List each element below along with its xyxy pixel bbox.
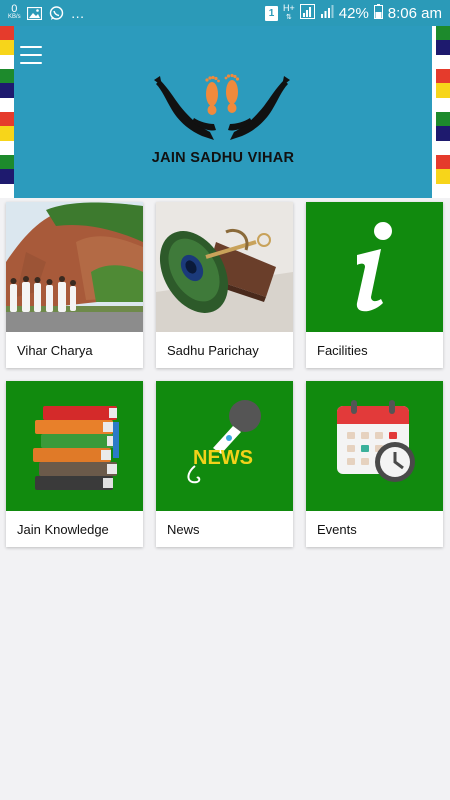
monks-walking-photo bbox=[6, 202, 143, 332]
calendar-clock-icon bbox=[306, 381, 443, 511]
stripe-segment bbox=[436, 183, 450, 198]
stripe-segment bbox=[0, 40, 14, 55]
signal-icon-2 bbox=[320, 4, 334, 23]
stripe-segment bbox=[0, 169, 14, 184]
header-banner: JAIN SADHU VIHAR bbox=[14, 26, 432, 198]
stripe-segment bbox=[436, 54, 450, 69]
network-type-label: H+ bbox=[283, 3, 295, 13]
decorative-stripe-left bbox=[0, 26, 14, 198]
tile-label: Facilities bbox=[317, 342, 368, 358]
books-stack-icon bbox=[6, 381, 143, 511]
more-notifications-icon: … bbox=[70, 5, 85, 21]
hamburger-menu-icon[interactable] bbox=[20, 46, 42, 64]
battery-icon bbox=[373, 3, 383, 23]
stripe-segment bbox=[436, 68, 450, 84]
app-title: JAIN SADHU VIHAR bbox=[151, 150, 295, 166]
tile-sadhu-parichay[interactable]: Sadhu Parichay bbox=[156, 202, 293, 368]
network-speed: 0 KB/s bbox=[8, 3, 21, 21]
stripe-segment bbox=[436, 26, 450, 41]
svg-text:NEWS: NEWS bbox=[193, 447, 253, 469]
stripe-segment bbox=[436, 83, 450, 98]
stripe-segment bbox=[436, 169, 450, 184]
tile-events[interactable]: Events bbox=[306, 381, 443, 547]
hands-holding-footprints-logo bbox=[154, 73, 290, 140]
menu-grid: Vihar Charya Sadhu Parichay Facilities J… bbox=[6, 202, 444, 547]
signal-icon bbox=[299, 3, 315, 23]
tile-news[interactable]: NEWS News bbox=[156, 381, 293, 547]
network-type: H+ ⇅ bbox=[283, 3, 295, 21]
stripe-segment bbox=[436, 126, 450, 141]
tile-label: Sadhu Parichay bbox=[167, 342, 259, 358]
speed-unit: KB/s bbox=[8, 14, 21, 20]
stripe-segment bbox=[0, 154, 14, 170]
tile-jain-knowledge[interactable]: Jain Knowledge bbox=[6, 381, 143, 547]
tile-label: Vihar Charya bbox=[17, 342, 93, 358]
stripe-segment bbox=[0, 83, 14, 98]
peacock-feather-broom-photo bbox=[156, 202, 293, 332]
stripe-segment bbox=[0, 68, 14, 84]
tile-label: Jain Knowledge bbox=[17, 521, 109, 537]
app-header: JAIN SADHU VIHAR bbox=[0, 26, 450, 198]
stripe-segment bbox=[0, 54, 14, 69]
stripe-segment bbox=[0, 26, 14, 41]
stripe-segment bbox=[436, 154, 450, 170]
stripe-segment bbox=[0, 111, 14, 127]
battery-level: 42% bbox=[338, 4, 369, 22]
stripe-segment bbox=[0, 97, 14, 112]
image-icon bbox=[27, 6, 43, 20]
status-bar: 0 KB/s … 1 H+ ⇅ 42% 8:06 am bbox=[0, 0, 450, 26]
tile-facilities[interactable]: Facilities bbox=[306, 202, 443, 368]
whatsapp-icon bbox=[49, 5, 65, 20]
stripe-segment bbox=[436, 40, 450, 55]
tile-label: Events bbox=[317, 521, 357, 537]
speed-value: 0 bbox=[11, 3, 18, 15]
stripe-segment bbox=[0, 140, 14, 155]
stripe-segment bbox=[436, 111, 450, 127]
stripe-segment bbox=[0, 126, 14, 141]
news-microphone-icon: NEWS bbox=[156, 381, 293, 511]
stripe-segment bbox=[0, 183, 14, 198]
sim-icon: 1 bbox=[265, 5, 278, 21]
tile-vihar-charya[interactable]: Vihar Charya bbox=[6, 202, 143, 368]
tile-label: News bbox=[167, 521, 200, 537]
stripe-segment bbox=[436, 97, 450, 112]
stripe-segment bbox=[436, 140, 450, 155]
decorative-stripe-right bbox=[436, 26, 450, 198]
clock: 8:06 am bbox=[387, 4, 442, 22]
info-icon bbox=[306, 202, 443, 332]
